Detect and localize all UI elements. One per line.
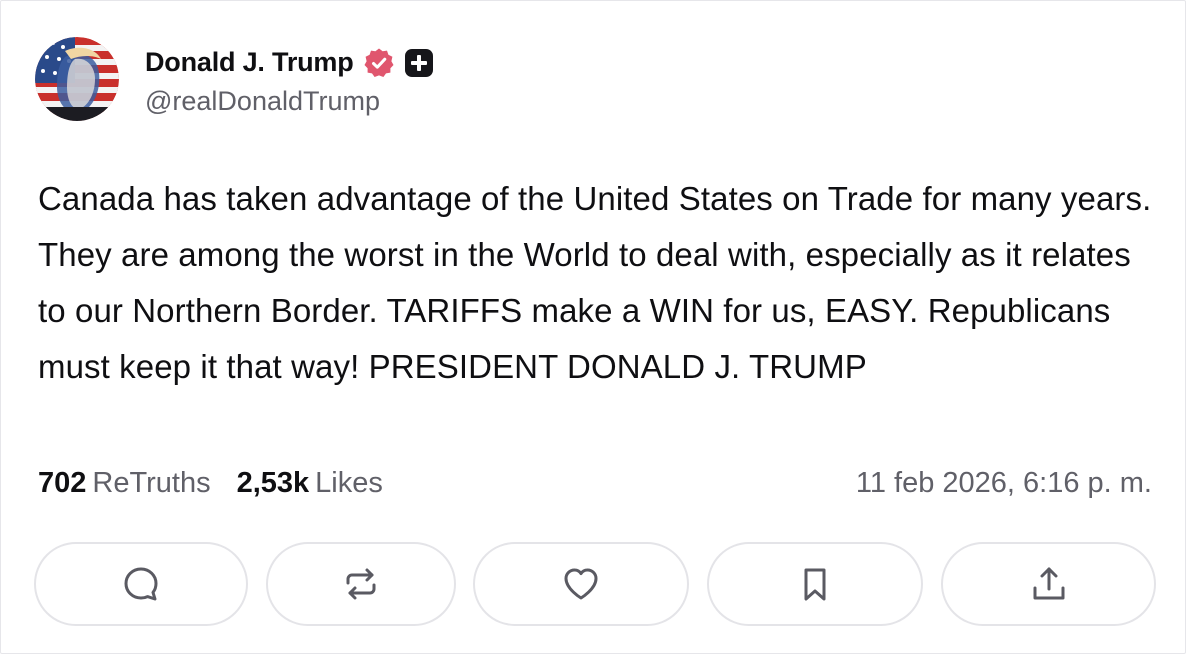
bookmark-icon — [795, 564, 835, 604]
share-icon — [1029, 564, 1069, 604]
bookmark-button[interactable] — [707, 542, 923, 626]
likes-count: 2,53k — [236, 467, 310, 499]
retruths-label: ReTruths — [92, 467, 211, 499]
post-text: Canada has taken advantage of the United… — [38, 180, 1152, 385]
author-identity: Donald J. Trump @realDonaldTrump — [145, 42, 434, 117]
author-handle[interactable]: @realDonaldTrump — [145, 86, 434, 117]
reply-button[interactable] — [34, 542, 248, 626]
share-button[interactable] — [941, 542, 1156, 626]
retruth-button[interactable] — [266, 542, 456, 626]
action-bar — [34, 542, 1156, 628]
reply-icon — [121, 564, 161, 604]
like-button[interactable] — [473, 542, 689, 626]
post-card: Donald J. Trump @realDonaldTrump Canada … — [0, 0, 1186, 654]
retruth-icon — [341, 564, 381, 604]
like-icon — [561, 564, 601, 604]
avatar-image — [35, 37, 119, 121]
display-name[interactable]: Donald J. Trump — [145, 47, 354, 78]
retruths-stat[interactable]: 702 ReTruths — [38, 467, 211, 500]
verified-badge-icon — [363, 47, 395, 79]
avatar[interactable] — [35, 37, 119, 121]
truth-plus-badge-icon — [404, 48, 434, 78]
likes-label: Likes — [315, 467, 383, 499]
post-timestamp[interactable]: 11 feb 2026, 6:16 p. m. — [856, 467, 1152, 500]
post-stats: 702 ReTruths 2,53k Likes 11 feb 2026, 6:16… — [38, 467, 1152, 500]
retruths-count: 702 — [38, 467, 87, 499]
likes-stat[interactable]: 2,53k Likes — [237, 467, 383, 500]
post-header: Donald J. Trump @realDonaldTrump — [35, 37, 434, 121]
name-row: Donald J. Trump — [145, 42, 434, 84]
